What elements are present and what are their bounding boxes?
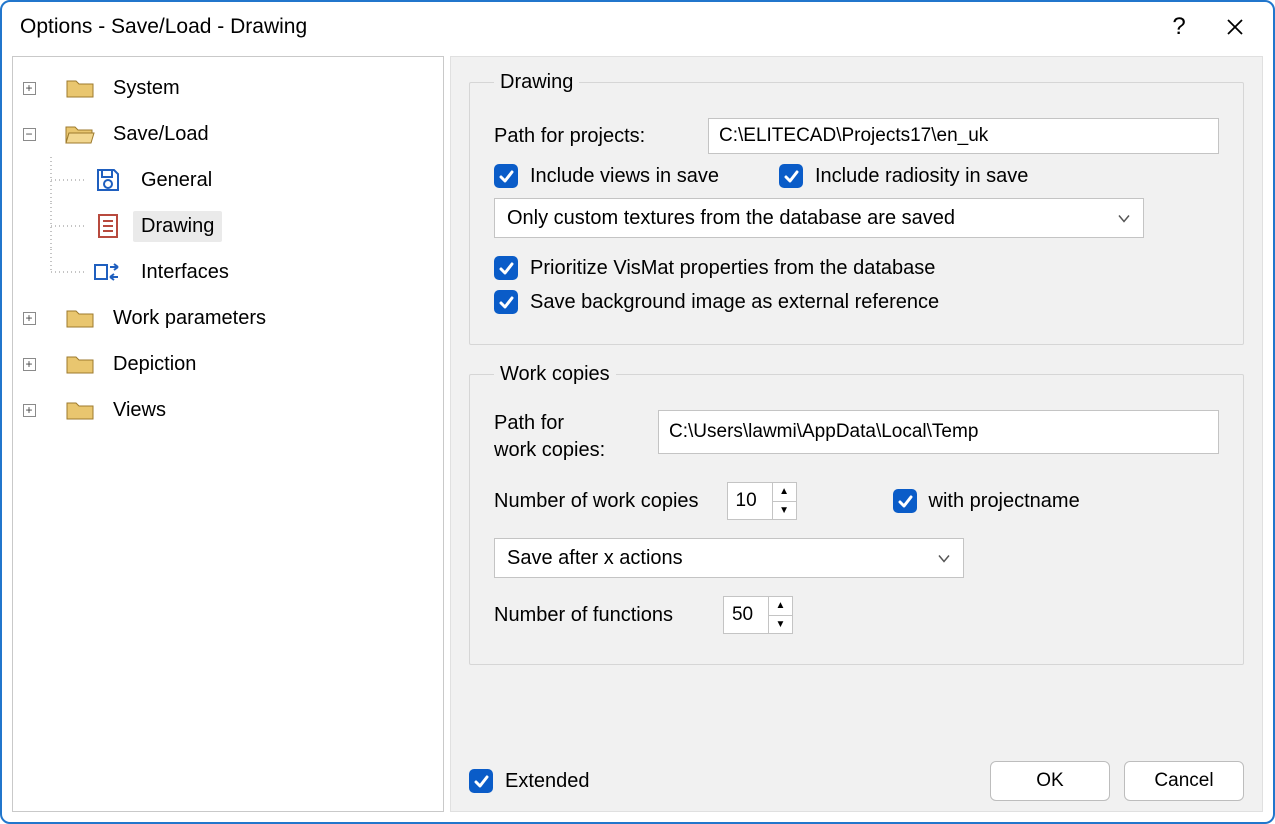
document-icon [93,214,123,238]
checkmark-icon [494,290,518,314]
label-num-functions: Number of functions [494,604,673,627]
row-path-projects: Path for projects: C:\ELITECAD\Projects1… [494,118,1219,154]
select-save-after[interactable]: Save after x actions [494,538,964,578]
spinner-down-button[interactable]: ▼ [773,502,796,520]
folder-open-icon [65,122,95,146]
folder-icon [65,352,95,376]
row-num-copies: Number of work copies 10 ▲ ▼ with projec… [494,482,1219,520]
tree-label: System [105,73,188,104]
select-value: Only custom textures from the database a… [507,207,955,230]
ok-button[interactable]: OK [990,761,1110,801]
checkmark-icon [469,769,493,793]
tree-item-views[interactable]: + Views [17,387,439,433]
tree-label: Drawing [133,211,222,242]
row-include-flags: Include views in save Include radiosity … [494,164,1219,188]
group-legend: Drawing [494,71,579,94]
input-value: C:\ELITECAD\Projects17\en_uk [719,125,988,147]
checkbox-prioritize-vismat[interactable]: Prioritize VisMat properties from the da… [494,256,935,280]
input-path-workcopies[interactable]: C:\Users\lawmi\AppData\Local\Temp [658,410,1219,454]
help-icon: ? [1172,13,1185,41]
tree-item-interfaces[interactable]: Interfaces [17,249,439,295]
expand-icon[interactable]: + [23,82,36,95]
checkbox-label: with projectname [929,490,1080,513]
checkbox-extended[interactable]: Extended [469,769,590,793]
tree-label: General [133,165,220,196]
dialog-footer: Extended OK Cancel [469,753,1244,801]
checkbox-label: Prioritize VisMat properties from the da… [530,257,935,280]
select-value: Save after x actions [507,547,683,570]
tree-label: Depiction [105,349,204,380]
select-textures[interactable]: Only custom textures from the database a… [494,198,1144,238]
chevron-down-icon [1117,207,1131,230]
group-drawing: Drawing Path for projects: C:\ELITECAD\P… [469,71,1244,345]
close-button[interactable] [1207,7,1263,47]
checkmark-icon [893,489,917,513]
spinner-value: 50 [724,597,768,633]
window-title: Options - Save/Load - Drawing [20,15,1151,39]
row-path-workcopies: Path for work copies: C:\Users\lawmi\App… [494,410,1219,464]
tree-label: Save/Load [105,119,217,150]
tree-item-drawing[interactable]: Drawing [17,203,439,249]
spinner-value: 10 [728,483,772,519]
input-value: C:\Users\lawmi\AppData\Local\Temp [669,421,978,443]
tree-item-workparams[interactable]: + Work parameters [17,295,439,341]
button-label: OK [1036,770,1063,792]
label-path-projects: Path for projects: [494,125,694,148]
expand-icon[interactable]: + [23,404,36,417]
checkmark-icon [494,164,518,188]
cancel-button[interactable]: Cancel [1124,761,1244,801]
expand-icon[interactable]: + [23,358,36,371]
tree-item-saveload[interactable]: − Save/Load [17,111,439,157]
checkbox-label: Save background image as external refere… [530,291,939,314]
tree-label: Interfaces [133,257,237,288]
row-save-after: Save after x actions [494,538,1219,578]
row-textures-select: Only custom textures from the database a… [494,198,1219,238]
collapse-icon[interactable]: − [23,128,36,141]
options-dialog: Options - Save/Load - Drawing ? + System [0,0,1275,824]
folder-icon [65,76,95,100]
content-area: + System − Save/Load [2,52,1273,822]
spinner-num-functions[interactable]: 50 ▲ ▼ [723,596,793,634]
checkbox-include-views[interactable]: Include views in save [494,164,719,188]
checkbox-save-bg-external[interactable]: Save background image as external refere… [494,290,939,314]
button-label: Cancel [1154,770,1213,792]
checkbox-label: Include radiosity in save [815,165,1028,188]
interfaces-icon [93,260,123,284]
folder-icon [65,398,95,422]
row-save-bg: Save background image as external refere… [494,290,1219,314]
folder-icon [65,306,95,330]
checkbox-with-projectname[interactable]: with projectname [893,489,1080,513]
checkbox-include-radiosity[interactable]: Include radiosity in save [779,164,1028,188]
row-num-functions: Number of functions 50 ▲ ▼ [494,596,1219,634]
tree-item-depiction[interactable]: + Depiction [17,341,439,387]
checkbox-label: Extended [505,770,590,793]
row-prioritize: Prioritize VisMat properties from the da… [494,256,1219,280]
settings-panel: Drawing Path for projects: C:\ELITECAD\P… [450,56,1263,812]
checkmark-icon [494,256,518,280]
spinner-num-copies[interactable]: 10 ▲ ▼ [727,482,797,520]
checkmark-icon [779,164,803,188]
tree-label: Work parameters [105,303,274,334]
save-icon [93,168,123,192]
title-bar: Options - Save/Load - Drawing ? [2,2,1273,52]
checkbox-label: Include views in save [530,165,719,188]
label-path-workcopies: Path for work copies: [494,410,644,464]
tree-label: Views [105,395,174,426]
close-icon [1226,18,1244,36]
help-button[interactable]: ? [1151,7,1207,47]
chevron-down-icon [937,547,951,570]
options-tree[interactable]: + System − Save/Load [12,56,444,812]
group-work-copies: Work copies Path for work copies: C:\Use… [469,363,1244,665]
spinner-down-button[interactable]: ▼ [769,616,792,634]
group-legend: Work copies [494,363,616,386]
tree-item-system[interactable]: + System [17,65,439,111]
spinner-up-button[interactable]: ▲ [773,483,796,502]
spinner-up-button[interactable]: ▲ [769,597,792,616]
expand-icon[interactable]: + [23,312,36,325]
label-num-copies: Number of work copies [494,490,699,513]
input-path-projects[interactable]: C:\ELITECAD\Projects17\en_uk [708,118,1219,154]
tree-item-general[interactable]: General [17,157,439,203]
